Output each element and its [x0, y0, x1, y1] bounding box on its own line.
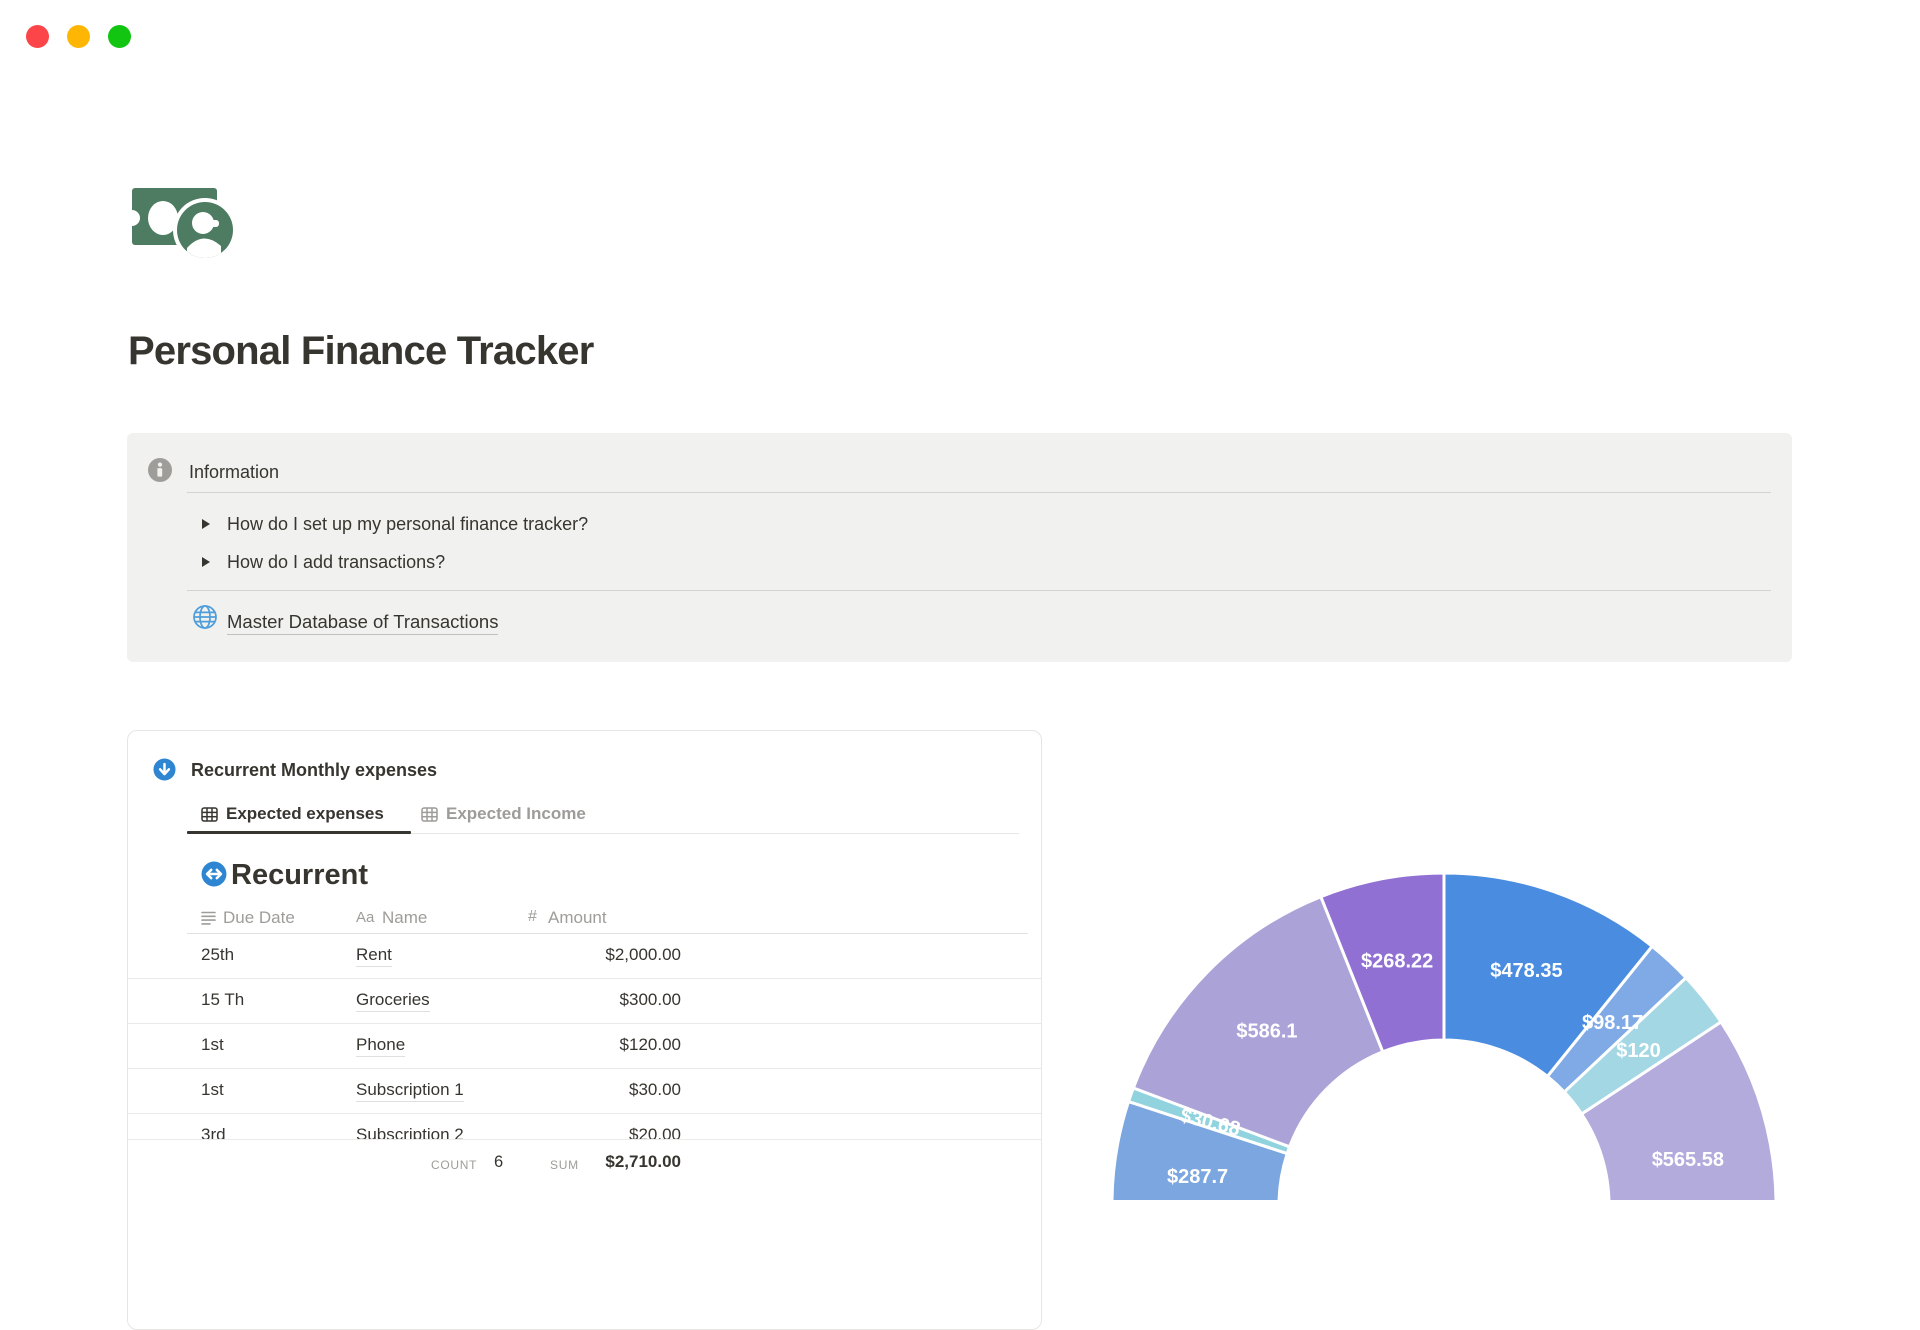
- tab-expected-expenses[interactable]: Expected expenses: [201, 801, 384, 827]
- recurrent-expenses-card: Recurrent Monthly expenses Expected expe…: [127, 730, 1042, 1330]
- cell-amount: $30.00: [629, 1080, 681, 1099]
- column-header-due-date[interactable]: Due Date: [223, 908, 295, 928]
- donut-segment-label: $586.1: [1236, 1020, 1297, 1042]
- table-row[interactable]: 1st Phone $120.00: [128, 1024, 1041, 1069]
- column-header-name[interactable]: Name: [382, 908, 427, 928]
- toggle-setup-question[interactable]: How do I set up my personal finance trac…: [201, 509, 588, 539]
- divider: [187, 590, 1771, 591]
- tab-expected-income[interactable]: Expected Income: [421, 801, 586, 827]
- toggle-label: How do I add transactions?: [227, 551, 446, 572]
- cell-name[interactable]: Phone: [356, 1035, 406, 1057]
- arrow-down-circle-icon: [153, 758, 176, 781]
- table-header: Due Date Aa Name # Amount: [128, 905, 1041, 933]
- minimize-button[interactable]: [67, 25, 90, 48]
- donut-segment-label: $120: [1616, 1040, 1661, 1062]
- active-tab-indicator: [187, 831, 411, 834]
- toggle-add-transactions-question[interactable]: How do I add transactions?: [201, 547, 445, 577]
- cell-amount: $300.00: [619, 990, 681, 1009]
- cell-name[interactable]: Rent: [356, 945, 392, 967]
- number-hash-icon: #: [528, 908, 537, 925]
- globe-icon: [192, 604, 218, 630]
- toggle-triangle-icon: [202, 519, 210, 529]
- left-right-arrow-circle-icon[interactable]: [201, 861, 227, 887]
- cell-due-date: 1st: [201, 1035, 224, 1054]
- table-body: 25th Rent $2,000.00 15 Th Groceries $300.00 1s…: [128, 934, 1041, 1159]
- close-button[interactable]: [26, 25, 49, 48]
- card-title: Recurrent Monthly expenses: [191, 760, 438, 780]
- info-icon: [147, 457, 173, 483]
- table-row[interactable]: 15 Th Groceries $300.00: [128, 979, 1041, 1024]
- donut-segment-label: $268.22: [1361, 950, 1433, 972]
- donut-segment-label: $565.58: [1652, 1149, 1724, 1171]
- text-lines-icon: [201, 911, 216, 925]
- table-icon: [421, 806, 438, 822]
- cell-amount: $120.00: [619, 1035, 681, 1054]
- information-callout: Information How do I set up my personal …: [127, 433, 1792, 662]
- table-row[interactable]: 25th Rent $2,000.00: [128, 934, 1041, 979]
- toggle-triangle-icon: [202, 557, 210, 567]
- title-Aa-icon: Aa: [356, 909, 375, 926]
- sum-value[interactable]: $2,710.00: [605, 1152, 681, 1172]
- column-header-amount[interactable]: Amount: [548, 908, 607, 928]
- banknote-icon: [124, 188, 237, 262]
- donut-segment-label: $478.35: [1490, 960, 1562, 982]
- cell-name[interactable]: Subscription 1: [356, 1080, 464, 1102]
- count-value[interactable]: 6: [494, 1153, 503, 1172]
- table-row[interactable]: 1st Subscription 1 $30.00: [128, 1069, 1041, 1114]
- table-footer: COUNT 6 SUM $2,710.00: [128, 1139, 1041, 1220]
- count-label: COUNT: [431, 1158, 478, 1172]
- tab-label: Expected Income: [446, 804, 586, 823]
- donut-segment-label: $98.17: [1582, 1012, 1643, 1034]
- donut-segment-label: $287.7: [1167, 1166, 1228, 1188]
- cell-name[interactable]: Groceries: [356, 990, 430, 1012]
- cell-amount: $2,000.00: [605, 945, 681, 964]
- cell-due-date: 25th: [201, 945, 235, 964]
- zoom-button[interactable]: [108, 25, 131, 48]
- toggle-label: How do I set up my personal finance trac…: [227, 513, 589, 534]
- page-icon-money-banknote-icon[interactable]: [124, 184, 239, 265]
- master-database-link[interactable]: Master Database of Transactions: [227, 610, 499, 635]
- tab-label: Expected expenses: [226, 804, 384, 823]
- expenses-donut-chart: $478.35 $98.17 $120 $565.58 $287.7 $30.68 $586…: [1085, 856, 1825, 1200]
- divider: [187, 492, 1771, 493]
- cell-due-date: 15 Th: [201, 990, 245, 1009]
- section-title[interactable]: Recurrent: [231, 858, 368, 892]
- page-title[interactable]: Personal Finance Tracker: [128, 329, 594, 374]
- cell-due-date: 1st: [201, 1080, 224, 1099]
- callout-title: Information: [189, 462, 280, 482]
- sum-label: SUM: [550, 1158, 579, 1172]
- table-icon: [201, 806, 218, 822]
